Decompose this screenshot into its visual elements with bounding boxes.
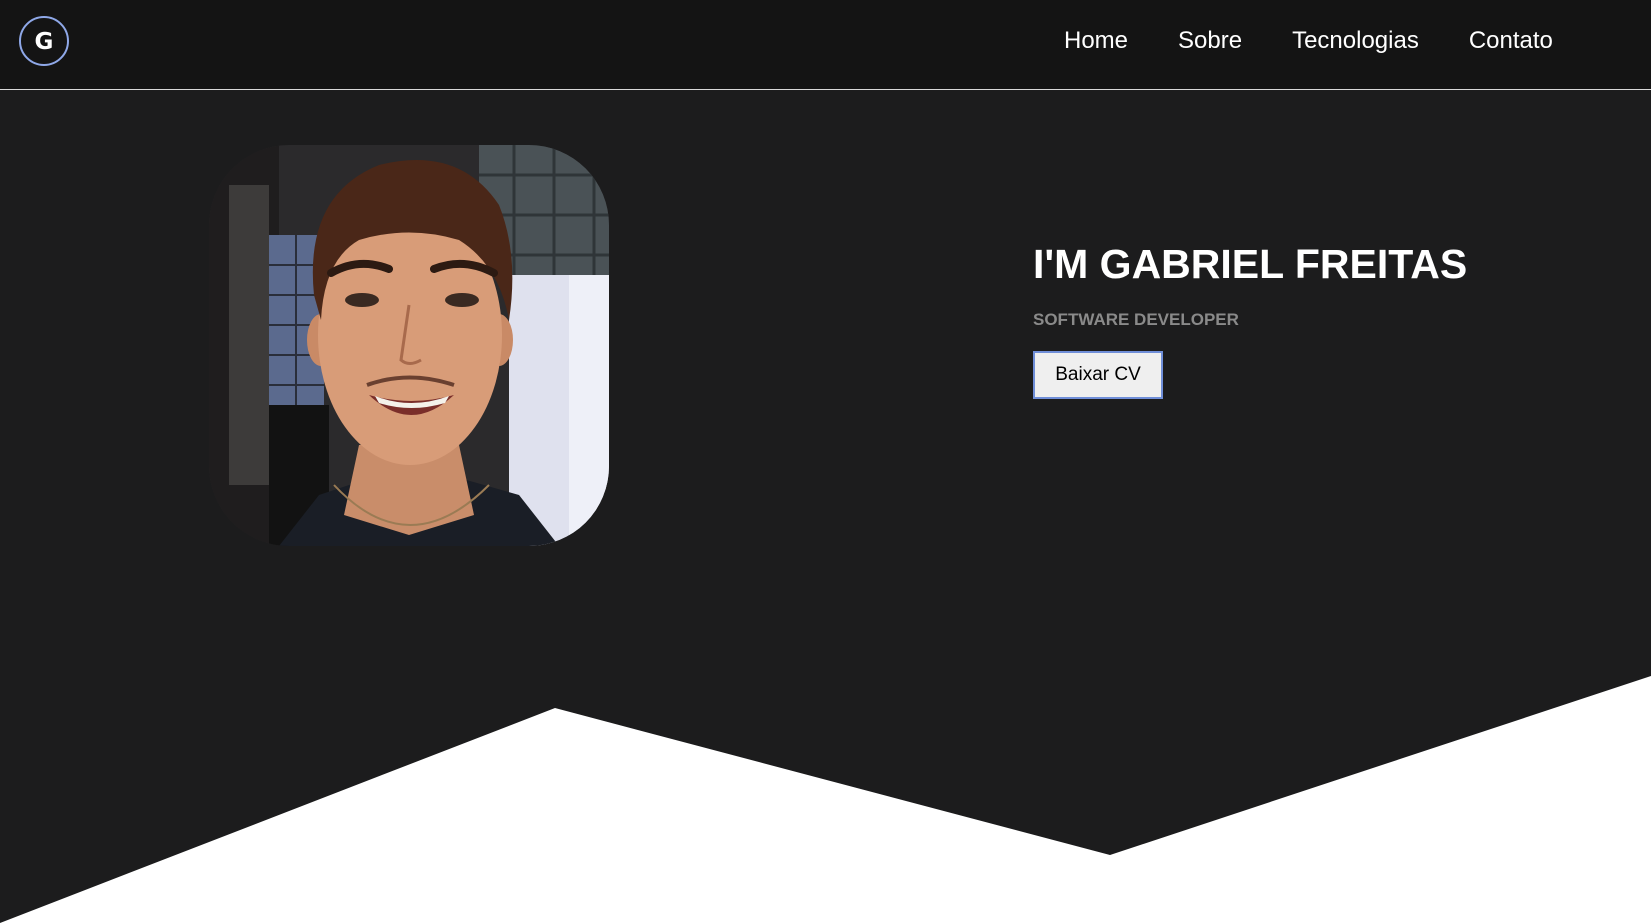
- site-header: G Home Sobre Tecnologias Contato: [0, 0, 1651, 90]
- logo-g-icon[interactable]: G: [19, 16, 69, 66]
- nav-contato-link[interactable]: Contato: [1469, 26, 1553, 56]
- nav-tecnologias-link[interactable]: Tecnologias: [1292, 26, 1419, 56]
- page: G Home Sobre Tecnologias Contato I'M GAB…: [0, 0, 1651, 923]
- profile-photo-image: [209, 145, 609, 546]
- nav-home-link[interactable]: Home: [1064, 26, 1128, 56]
- main-nav: Home Sobre Tecnologias Contato: [1064, 26, 1553, 56]
- download-cv-button[interactable]: Baixar CV: [1033, 351, 1163, 399]
- hero-subtitle: SOFTWARE DEVELOPER: [1033, 310, 1239, 329]
- logo-letter: G: [34, 29, 54, 55]
- hero-title: I'M GABRIEL FREITAS: [1033, 241, 1468, 287]
- zigzag-shape: [0, 676, 1651, 923]
- nav-sobre-link[interactable]: Sobre: [1178, 26, 1242, 56]
- profile-photo: [209, 145, 609, 546]
